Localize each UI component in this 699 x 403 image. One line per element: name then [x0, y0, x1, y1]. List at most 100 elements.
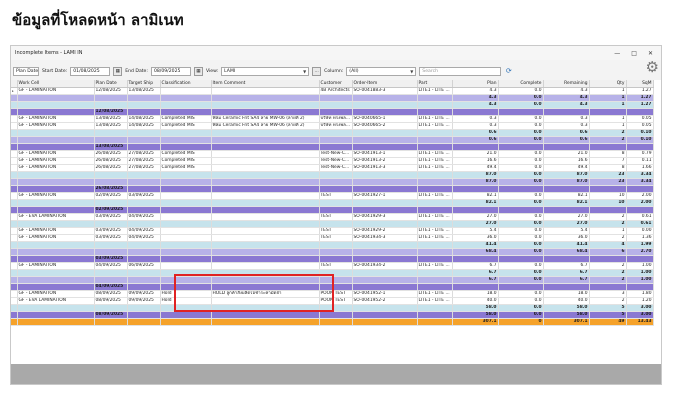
view-select[interactable]: LAMI ▼	[221, 66, 310, 76]
subtotal-row[interactable]: 0.6 0.0 0.6 2 0.10	[11, 136, 654, 144]
table-cell: 0.3	[452, 115, 499, 123]
calendar-icon[interactable]: ▦	[193, 66, 203, 76]
table-cell	[160, 136, 212, 144]
column-header[interactable]: Work Cell	[17, 80, 95, 88]
column-header[interactable]: Item Comment	[211, 80, 320, 88]
table-cell: 26/08/2025	[94, 185, 128, 193]
page-title: ข้อมูลที่โหลดหน้า ลามิเนท	[12, 11, 184, 29]
search-input[interactable]: Search	[419, 66, 502, 76]
maximize-icon[interactable]: □	[631, 50, 637, 57]
column-header[interactable]: Qty	[589, 80, 627, 88]
table-cell	[160, 178, 212, 186]
table-cell	[352, 255, 418, 263]
table-row[interactable]: GF - LAMINATION 26/08/2025 27/08/2025 Compl…	[11, 164, 654, 172]
table-cell: 6	[589, 248, 627, 256]
table-cell: 4.3	[543, 94, 590, 102]
table-row[interactable]: GF - LAMINATION 13/08/2025 14/08/2025 Compl…	[11, 115, 654, 123]
table-cell	[127, 171, 161, 179]
table-cell: 58.0	[452, 311, 499, 319]
table-cell: บริษัท ทรงพล...	[319, 115, 353, 123]
table-row[interactable]: GF - LAMINATION 03/09/2025 04/09/2025 TEST S…	[11, 234, 654, 242]
table-row[interactable]: GF - EVA LAMINATION 03/09/2025 04/09/2025 T…	[11, 213, 654, 221]
table-row[interactable]: GF - LAMINATION 02/09/2025 03/09/2025 TEST S…	[11, 192, 654, 200]
table-cell	[94, 129, 128, 137]
column-header[interactable]: Complete	[498, 80, 544, 88]
group-header-row[interactable]: 08/09/2025 58.0 0.0 58.0 5 3.00	[11, 311, 654, 319]
start-date-input[interactable]: 01/08/2025	[70, 66, 111, 76]
table-cell: 3.34	[626, 171, 654, 179]
table-row[interactable]: GF - LAMINATION 26/08/2025 27/08/2025 Compl…	[11, 150, 654, 158]
table-row[interactable]: GF - LAMINATION 13/08/2025 14/08/2025 Compl…	[11, 122, 654, 130]
more-button[interactable]: ...	[312, 66, 322, 76]
end-date-label: End Date:	[125, 68, 148, 74]
table-cell: 1.99	[626, 241, 654, 249]
table-row[interactable]: GF - LAMINATION 04/09/2025 06/09/2025 TEST S…	[11, 262, 654, 270]
table-cell: SO-0041913-3	[352, 164, 418, 172]
table-cell: Test-New-C...	[319, 164, 353, 172]
subtotal-row[interactable]: 27.0 0.0 27.0 2 0.61	[11, 220, 654, 228]
table-cell	[211, 150, 320, 158]
table-cell	[319, 255, 353, 263]
table-cell	[94, 318, 128, 326]
date-type-select[interactable]: Plan Date▼	[13, 66, 39, 76]
column-header[interactable]: Classification	[160, 80, 212, 88]
subtotal-row[interactable]: 68.4 0.0 68.4 6 2.70	[11, 248, 654, 256]
table-cell	[17, 199, 95, 207]
table-cell: SO-0041934-2	[352, 262, 418, 270]
table-cell	[160, 101, 212, 109]
column-header[interactable]: Plan	[452, 80, 499, 88]
subtotal-row[interactable]: 0.6 0.0 0.6 2 0.10	[11, 129, 654, 137]
column-header[interactable]: Order-Item	[352, 80, 418, 88]
table-cell	[626, 108, 654, 116]
group-header-row[interactable]: 02/09/2025	[11, 206, 654, 214]
subtotal-row[interactable]: 4.3 0.0 4.3 1 1.27	[11, 94, 654, 102]
group-header-row[interactable]: 03/09/2025	[11, 255, 654, 263]
subtotal-row[interactable]: 82.1 0.0 82.1 10 2.00	[11, 199, 654, 207]
table-cell: Completed MIS	[160, 164, 212, 172]
table-cell: TEST	[319, 262, 353, 270]
table-cell	[319, 185, 353, 193]
table-row[interactable]: GF - LAMINATION 03/09/2025 04/09/2025 TEST S…	[11, 227, 654, 235]
table-cell: 0.0	[498, 122, 544, 130]
table-header-row: Work Cell Plan Date Target Ship Classificat…	[11, 80, 654, 88]
close-icon[interactable]: ✕	[648, 50, 653, 57]
table-cell: 27/08/2025	[127, 157, 161, 165]
subtotal-row[interactable]: 87.0 0.0 87.0 23 3.34	[11, 178, 654, 186]
end-date-input[interactable]: 08/09/2025	[150, 66, 191, 76]
subtotal-row[interactable]: 4.3 0.0 4.3 1 1.27	[11, 101, 654, 109]
start-date-label: Start Date:	[42, 68, 68, 74]
column-header[interactable]: Target Ship	[127, 80, 161, 88]
subtotal-row[interactable]: 41.4 0.0 41.4 4 1.99	[11, 241, 654, 249]
column-select[interactable]: (All) ▼	[346, 66, 417, 76]
column-header[interactable]: Remaining	[543, 80, 590, 88]
column-header[interactable]: SqM	[626, 80, 654, 88]
table-cell: 0.0	[498, 262, 544, 270]
group-header-row[interactable]: 26/08/2025	[11, 185, 654, 193]
table-cell	[160, 94, 212, 102]
column-header[interactable]: Customer	[319, 80, 353, 88]
table-cell	[352, 129, 418, 137]
grand-total-row[interactable]: 307.1 0 307.1 49 13.43	[11, 318, 654, 326]
highlight-annotation-box	[174, 274, 334, 312]
gear-icon[interactable]: ⚙	[646, 58, 659, 76]
table-cell: 04/09/2025	[127, 227, 161, 235]
table-cell	[626, 143, 654, 151]
table-cell: 2.00	[626, 199, 654, 207]
calendar-icon[interactable]: ▦	[113, 66, 123, 76]
group-header-row[interactable]: 13/08/2025	[11, 143, 654, 151]
table-cell	[211, 94, 320, 102]
column-header[interactable]: Plan Date	[94, 80, 128, 88]
refresh-icon[interactable]: ⟳	[504, 67, 513, 76]
table-cell: 0.3	[543, 115, 590, 123]
table-row[interactable]: GF - LAMINATION 26/08/2025 27/08/2025 Compl…	[11, 157, 654, 165]
table-row[interactable]: ▸ GF - LAMINATION 12/08/2025 13/08/2025 4B A…	[11, 87, 654, 95]
table-cell: 0.0	[498, 87, 544, 95]
table-cell: 2	[589, 262, 627, 270]
subtotal-row[interactable]: 87.0 0.0 87.0 23 3.34	[11, 171, 654, 179]
column-header[interactable]: Part	[417, 80, 453, 88]
table-cell	[17, 220, 95, 228]
table-cell	[211, 311, 320, 319]
table-cell	[17, 171, 95, 179]
minimize-icon[interactable]: —	[614, 50, 620, 57]
group-header-row[interactable]: 12/08/2025	[11, 108, 654, 116]
